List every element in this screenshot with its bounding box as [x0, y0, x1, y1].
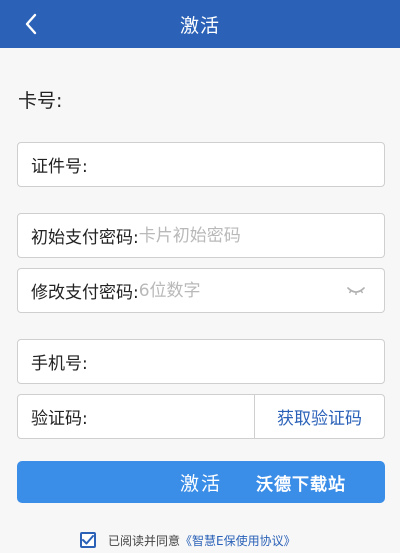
verify-code-field[interactable]: 验证码: 获取验证码 — [17, 394, 385, 439]
id-number-label: 证件号: — [31, 157, 88, 177]
id-number-input[interactable] — [87, 143, 384, 186]
agreement-prefix: 已阅读并同意 — [108, 533, 181, 548]
modify-password-label: 修改支付密码: — [31, 283, 139, 303]
modify-password-field[interactable]: 修改支付密码: — [17, 268, 385, 313]
checkbox-checked-icon — [82, 535, 94, 545]
initial-password-label: 初始支付密码: — [31, 228, 139, 248]
id-number-field[interactable]: 证件号: — [17, 142, 385, 187]
chevron-left-icon — [25, 13, 37, 35]
card-number-label: 卡号: — [18, 90, 63, 112]
modify-password-input[interactable] — [138, 269, 344, 312]
eye-closed-icon[interactable] — [344, 279, 368, 303]
phone-field[interactable]: 手机号: — [17, 339, 385, 384]
page-title: 激活 — [179, 14, 220, 37]
nav-bar: 激活 — [0, 0, 400, 48]
activate-button-label: 激活 — [179, 472, 222, 495]
get-code-button[interactable]: 获取验证码 — [254, 395, 384, 438]
agreement-row: 已阅读并同意 《智慧E保使用协议》 — [80, 530, 296, 550]
initial-password-input[interactable] — [138, 214, 384, 257]
initial-password-field[interactable]: 初始支付密码: — [17, 213, 385, 258]
agreement-checkbox[interactable] — [80, 532, 96, 548]
watermark: 沃德下载站 — [256, 475, 346, 495]
phone-label: 手机号: — [31, 354, 88, 374]
verify-code-input[interactable] — [87, 395, 254, 438]
phone-input[interactable] — [87, 340, 384, 383]
back-button[interactable] — [16, 8, 46, 40]
agreement-link[interactable]: 《智慧E保使用协议》 — [180, 532, 296, 549]
verify-code-label: 验证码: — [31, 409, 88, 429]
